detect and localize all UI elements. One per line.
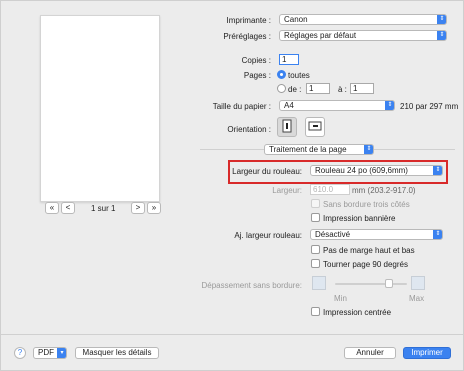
adjust-roll-width-value: Désactivé [315,230,351,239]
chevron-updown-icon: ⇕ [433,166,442,175]
no-top-bottom-margin-checkbox[interactable] [311,245,320,254]
help-icon[interactable]: ? [14,347,26,359]
centered-printing-label: Impression centrée [323,308,392,317]
overflow-label: Dépassement sans bordure: [201,281,303,290]
copies-input[interactable]: 1 [279,54,299,65]
chevron-down-icon: ▾ [57,348,66,358]
rotate-90-label: Tourner page 90 degrés [323,260,408,269]
borderless-three-sides-label: Sans bordure trois côtés [323,200,410,209]
pdf-menu-button[interactable]: PDF ▾ [33,347,67,359]
portrait-icon [282,119,292,133]
roll-width-select[interactable]: Rouleau 24 po (609,6mm) ⇕ [310,165,443,176]
overflow-max-icon [411,276,425,290]
landscape-button[interactable] [305,117,325,137]
pages-range-radio[interactable] [277,84,286,93]
no-top-bottom-margin-label: Pas de marge haut et bas [323,246,415,255]
next-page-button[interactable]: > [131,202,145,214]
portrait-button[interactable] [277,117,297,137]
chevron-updown-icon: ⇕ [385,101,394,110]
paper-size-label: Taille du papier : [212,102,271,111]
footer-divider [1,334,463,335]
landscape-icon [308,121,322,131]
hide-details-button[interactable]: Masquer les détails [75,347,159,359]
pages-label: Pages : [243,71,271,80]
adjust-roll-width-label: Aj. largeur rouleau: [234,231,302,240]
chevron-updown-icon: ⇕ [437,31,446,40]
pages-to-input[interactable]: 1 [350,83,374,94]
printer-value: Canon [284,15,308,24]
overflow-slider-track[interactable] [335,283,407,285]
presets-label: Préréglages : [223,32,271,41]
width-input[interactable]: 610.0 [310,184,350,195]
overflow-slider-thumb[interactable] [385,279,393,288]
overflow-max-label: Max [409,294,425,303]
centered-printing-checkbox[interactable] [311,307,320,316]
orientation-label: Orientation : [227,125,271,134]
overflow-min-label: Min [334,294,347,303]
banner-printing-label: Impression bannière [323,214,396,223]
page-preview [40,15,160,202]
paper-size-select[interactable]: A4 ⇕ [279,100,395,111]
print-button[interactable]: Imprimer [403,347,451,359]
adjust-roll-width-select[interactable]: Désactivé ⇕ [310,229,443,240]
section-value: Traitement de la page [269,145,347,154]
banner-printing-checkbox[interactable] [311,213,320,222]
roll-width-value: Rouleau 24 po (609,6mm) [315,166,408,175]
rotate-90-checkbox[interactable] [311,259,320,268]
presets-select[interactable]: Réglages par défaut ⇕ [279,30,447,41]
borderless-three-sides-checkbox[interactable] [311,199,320,208]
width-range: mm (203.2-917.0) [352,186,416,195]
pages-from-input[interactable]: 1 [306,83,330,94]
width-label: Largeur: [272,186,302,195]
printer-select[interactable]: Canon ⇕ [279,14,447,25]
paper-dimensions: 210 par 297 mm [400,102,459,111]
chevron-updown-icon: ⇕ [364,145,373,154]
last-page-button[interactable]: » [147,202,161,214]
pages-all-radio[interactable] [277,70,286,79]
section-select[interactable]: Traitement de la page ⇕ [264,144,374,155]
chevron-updown-icon: ⇕ [437,15,446,24]
page-counter: 1 sur 1 [91,204,116,213]
pages-to-label: à : [338,85,347,94]
paper-size-value: A4 [284,101,294,110]
print-dialog: « < 1 sur 1 > » Imprimante : Canon ⇕ Pré… [0,0,464,371]
copies-label: Copies : [241,56,271,65]
pages-from-label: de : [288,85,302,94]
roll-width-label: Largeur du rouleau: [232,167,302,176]
presets-value: Réglages par défaut [284,31,357,40]
prev-page-button[interactable]: < [61,202,75,214]
overflow-min-icon [312,276,326,290]
chevron-updown-icon: ⇕ [433,230,442,239]
pages-all-label: toutes [288,71,310,80]
pdf-label: PDF [38,348,54,357]
first-page-button[interactable]: « [45,202,59,214]
cancel-button[interactable]: Annuler [344,347,396,359]
printer-label: Imprimante : [226,16,271,25]
